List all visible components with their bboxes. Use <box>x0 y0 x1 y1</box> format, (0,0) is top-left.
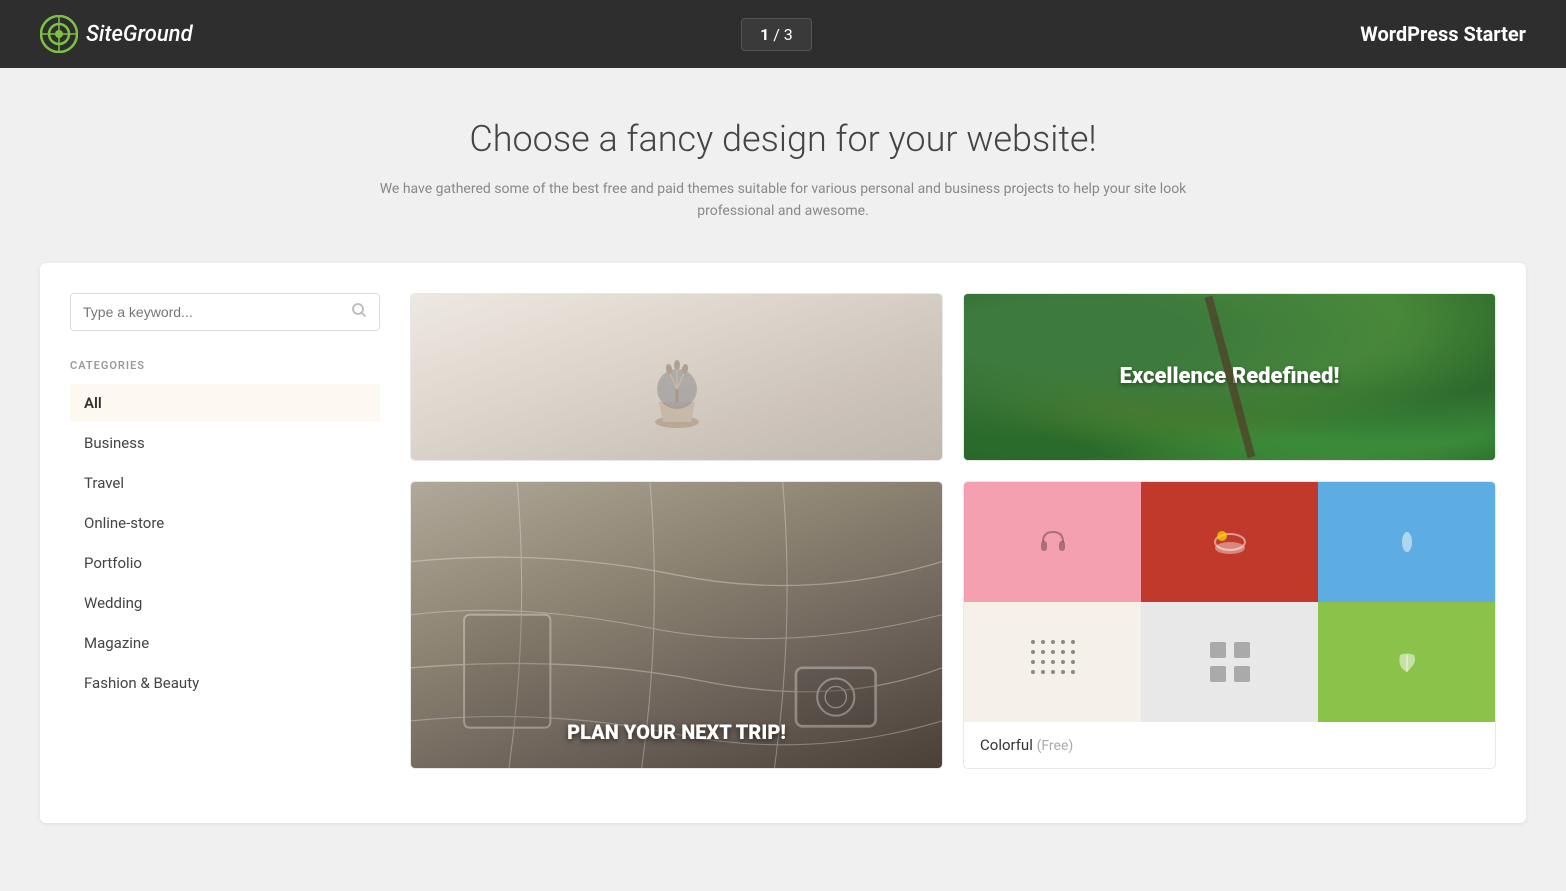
sidebar-item-wedding[interactable]: Wedding <box>70 584 380 622</box>
pill-icon <box>1395 530 1419 554</box>
logo: SiteGround <box>40 15 193 53</box>
theme-card-twenty-seventeen: Twenty Seventeen (Free) DEFAULT <box>410 293 943 461</box>
dots-pattern <box>1023 632 1083 692</box>
theme-name-colorful: Colorful (Free) <box>980 736 1073 754</box>
sidebar-item-online-store[interactable]: Online-store <box>70 504 380 542</box>
leaf-icon <box>1392 647 1422 677</box>
theme-thumbnail-twenty-seventeen <box>411 294 942 460</box>
colorful-cell-4 <box>964 602 1141 722</box>
theme-footer-travel: Travel (Free) <box>411 768 942 769</box>
theme-thumbnail-colorful <box>964 482 1495 722</box>
colorful-cell-6 <box>1318 602 1495 722</box>
colorful-cell-1 <box>964 482 1141 602</box>
plant-svg <box>627 317 727 437</box>
theme-card-travel: PLAN YOUR NEXT TRIP! Travel (Free) <box>410 481 943 769</box>
colorful-cell-5 <box>1141 602 1318 722</box>
headphones-icon <box>1038 527 1068 557</box>
page-content: Choose a fancy design for your website! … <box>0 68 1566 863</box>
sidebar-item-magazine[interactable]: Magazine <box>70 624 380 662</box>
hero-heading: Choose a fancy design for your website! <box>40 118 1526 160</box>
theme-footer-colorful: Colorful (Free) <box>964 722 1495 768</box>
search-icon <box>351 302 367 322</box>
sidebar-item-portfolio[interactable]: Portfolio <box>70 544 380 582</box>
colorful-cell-2 <box>1141 482 1318 602</box>
theme-footer-twenty-seventeen: Twenty Seventeen (Free) DEFAULT <box>411 460 942 461</box>
theme-footer-the-drone: The Drone (Free) SELECT <box>964 460 1495 461</box>
sidebar-item-all[interactable]: All <box>70 384 380 422</box>
pagination: 1 / 3 <box>741 18 812 51</box>
main-card: CATEGORIES All Business Travel Online-st… <box>40 263 1526 823</box>
header: SiteGround 1 / 3 WordPress Starter <box>0 0 1566 68</box>
theme-thumbnail-travel: PLAN YOUR NEXT TRIP! <box>411 482 942 768</box>
pagination-current: 1 <box>760 25 769 44</box>
categories-label: CATEGORIES <box>70 359 380 372</box>
siteground-logo-icon <box>40 15 78 53</box>
search-box[interactable] <box>70 293 380 331</box>
sidebar-item-fashion-beauty[interactable]: Fashion & Beauty <box>70 664 380 702</box>
grid-icon <box>1205 637 1255 687</box>
theme-thumbnail-the-drone: Excellence Redefined! <box>964 294 1495 460</box>
sidebar: CATEGORIES All Business Travel Online-st… <box>70 293 380 793</box>
logo-text: SiteGround <box>86 22 193 47</box>
hero-section: Choose a fancy design for your website! … <box>40 118 1526 223</box>
theme-price-colorful: (Free) <box>1037 738 1074 754</box>
search-input[interactable] <box>83 304 351 320</box>
sidebar-item-travel[interactable]: Travel <box>70 464 380 502</box>
themes-grid: Twenty Seventeen (Free) DEFAULT Excellen… <box>410 293 1496 793</box>
travel-overlay-text: PLAN YOUR NEXT TRIP! <box>567 720 786 744</box>
theme-card-the-drone: Excellence Redefined! The Drone (Free) S… <box>963 293 1496 461</box>
bowl-icon <box>1213 528 1247 556</box>
app-title: WordPress Starter <box>1360 22 1526 46</box>
pagination-total: 3 <box>784 25 793 44</box>
sidebar-item-business[interactable]: Business <box>70 424 380 462</box>
pagination-separator: / <box>769 25 784 44</box>
colorful-cell-3 <box>1318 482 1495 602</box>
theme-card-colorful: Colorful (Free) <box>963 481 1496 769</box>
hero-subtext: We have gathered some of the best free a… <box>373 178 1193 223</box>
